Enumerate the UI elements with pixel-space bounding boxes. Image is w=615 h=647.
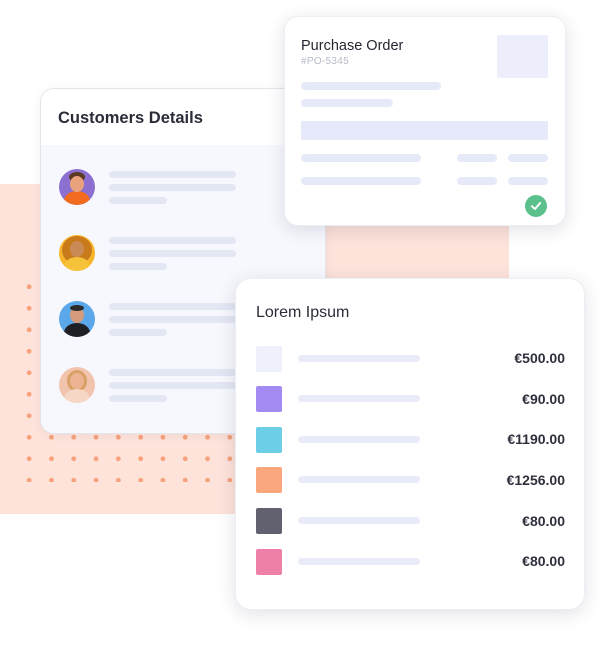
customer-name-placeholder [109,303,236,310]
purchase-order-card[interactable]: Purchase Order #PO-5345 [284,16,566,226]
customers-card-header: Customers Details [41,89,325,145]
customer-detail-placeholder [109,382,236,389]
row-amount: €80.00 [522,513,565,529]
po-item-placeholder [301,154,421,162]
customer-avatar[interactable] [59,301,95,337]
row-label-placeholder [298,517,420,524]
row-amount: €90.00 [522,391,565,407]
row-label-placeholder [298,436,420,443]
row-amount: €500.00 [514,350,565,366]
row-label-placeholder [298,395,420,402]
customer-detail-placeholder [109,184,236,191]
customer-meta-placeholder [109,395,167,402]
customer-meta-placeholder [109,329,167,336]
customer-detail-placeholder [109,250,236,257]
lorem-card-title: Lorem Ipsum [256,304,350,321]
check-circle-icon [525,195,547,217]
row-label-placeholder [298,355,420,362]
customer-avatar[interactable] [59,169,95,205]
row-color-swatch [256,386,282,412]
customer-avatar[interactable] [59,367,95,403]
customers-card-title: Customers Details [58,109,203,127]
po-item-placeholder [457,177,497,185]
avatar-man-orange-shirt-icon [59,169,95,205]
avatar-man-dark-jacket-icon [59,301,95,337]
po-line-placeholder [301,82,441,90]
customer-detail-placeholder [109,316,236,323]
row-color-swatch [256,467,282,493]
row-color-swatch [256,427,282,453]
row-amount: €80.00 [522,553,565,569]
customer-meta-placeholder [109,263,167,270]
customer-name-placeholder [109,171,236,178]
row-label-placeholder [298,558,420,565]
po-line-placeholder [301,99,393,107]
purchase-order-thumbnail [497,35,548,78]
lorem-ipsum-card: Lorem Ipsum €500.00 €90.00 €1190.00 €125… [235,278,585,610]
row-color-swatch [256,508,282,534]
row-amount: €1190.00 [507,431,565,447]
po-total-placeholder [301,121,548,140]
purchase-order-number: #PO-5345 [301,56,349,67]
customer-name-placeholder [109,369,236,376]
po-item-placeholder [301,177,421,185]
row-label-placeholder [298,476,420,483]
po-item-placeholder [508,154,548,162]
customer-avatar[interactable] [59,235,95,271]
row-color-swatch [256,549,282,575]
customer-meta-placeholder [109,197,167,204]
customer-name-placeholder [109,237,236,244]
row-amount: €1256.00 [506,472,565,488]
po-item-placeholder [508,177,548,185]
purchase-order-title: Purchase Order [301,38,404,54]
row-color-swatch [256,346,282,372]
po-item-placeholder [457,154,497,162]
avatar-woman-curly-hair-icon [59,235,95,271]
peach-background-right [324,224,509,280]
avatar-woman-phone-icon [59,367,95,403]
